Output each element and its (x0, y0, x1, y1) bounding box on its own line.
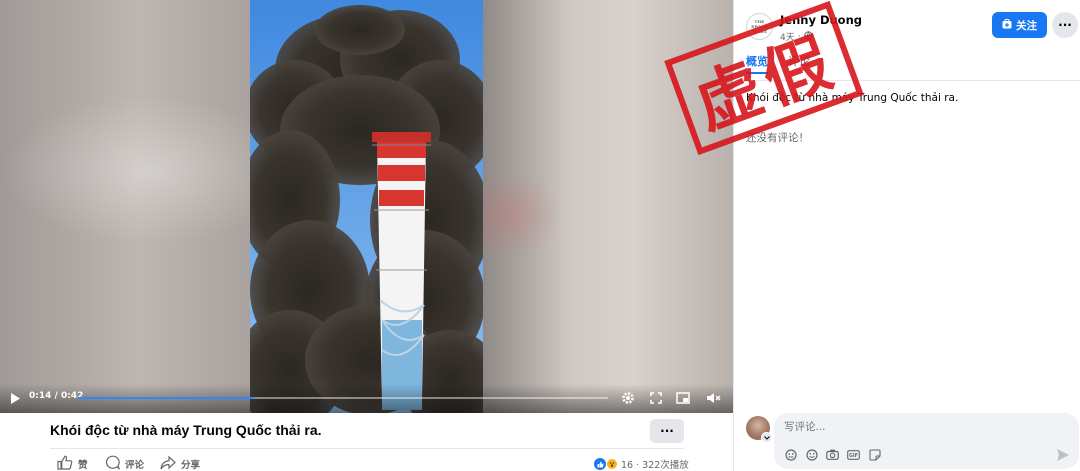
chevron-down-icon[interactable] (761, 432, 772, 443)
post-side-panel: THE EPOCH TIMES Jenny Duong 4天 · 关注 ··· … (733, 0, 1080, 471)
comment-bubble-icon (105, 455, 121, 471)
video-time: 0:14 / 0:42 (29, 391, 84, 401)
share-button[interactable]: 分享 (160, 455, 201, 471)
fullscreen-icon[interactable] (646, 388, 666, 408)
author-name[interactable]: Jenny Duong (780, 13, 862, 27)
share-label: 分享 (181, 460, 201, 471)
no-comments-message: 还没有评论！ (746, 132, 809, 144)
follow-icon (1002, 18, 1012, 32)
video-player[interactable]: 0:14 / 0:42 (0, 0, 733, 413)
comment-label: 评论 (125, 460, 145, 471)
more-options-button[interactable]: ··· (1052, 12, 1078, 38)
like-label: 赞 (78, 460, 88, 471)
like-reaction-icon (594, 458, 606, 470)
volume-muted-icon[interactable] (703, 388, 723, 408)
post-description: Khói độc từ nhà máy Trung Quốc thải ra. (746, 92, 959, 104)
author-avatar-logo[interactable]: THE EPOCH TIMES (746, 13, 773, 40)
comment-tools: GIF (783, 447, 882, 462)
video-progress-fill (78, 397, 255, 399)
globe-icon (803, 30, 813, 43)
gif-icon[interactable]: GIF (846, 447, 861, 462)
share-arrow-icon (160, 455, 176, 471)
divider (734, 80, 1080, 81)
video-blur-background-right (483, 0, 733, 413)
post-time[interactable]: 4天 (780, 30, 795, 43)
logo-text-line: TIMES (751, 29, 767, 34)
svg-text:GIF: GIF (849, 453, 858, 459)
settings-gear-icon[interactable] (618, 388, 638, 408)
meta-dot: · (797, 31, 801, 42)
comment-input[interactable] (784, 421, 1064, 433)
comment-button[interactable]: 评论 (105, 455, 145, 471)
video-controls: 0:14 / 0:42 (0, 384, 733, 413)
divider (50, 448, 684, 449)
reaction-and-view-count: 16 · 322次播放 (621, 460, 689, 471)
play-icon[interactable] (6, 389, 24, 407)
post-more-button[interactable]: ··· (650, 419, 684, 443)
post-meta: 4天 · (780, 30, 813, 43)
like-button[interactable]: 赞 (57, 455, 88, 471)
send-icon[interactable] (1056, 447, 1072, 463)
panel-tabs: 概览 评论 (746, 52, 810, 74)
avatar-sticker-icon[interactable] (783, 447, 798, 462)
camera-icon[interactable] (825, 447, 840, 462)
picture-in-picture-icon[interactable] (673, 388, 693, 408)
video-progress-bar[interactable] (78, 397, 608, 399)
post-title: Khói độc từ nhà máy Trung Quốc thải ra. (50, 422, 322, 438)
reaction-summary[interactable]: 16 · 322次播放 (594, 457, 689, 471)
sticker-icon[interactable] (867, 447, 882, 462)
smokestack-scene (250, 0, 483, 413)
video-blur-background-left (0, 0, 250, 413)
follow-label: 关注 (1016, 19, 1037, 32)
follow-button[interactable]: 关注 (992, 12, 1047, 38)
emoji-icon[interactable] (804, 447, 819, 462)
comment-composer: GIF (774, 413, 1079, 469)
video-frame (250, 0, 483, 413)
facebook-video-post: 0:14 / 0:42 THE EPOCH TIMES Jenny Duong … (0, 0, 1080, 471)
wow-reaction-icon (606, 458, 618, 470)
tab-comments[interactable]: 评论 (788, 52, 810, 74)
thumbs-up-icon (57, 455, 73, 471)
tab-overview[interactable]: 概览 (746, 52, 768, 74)
